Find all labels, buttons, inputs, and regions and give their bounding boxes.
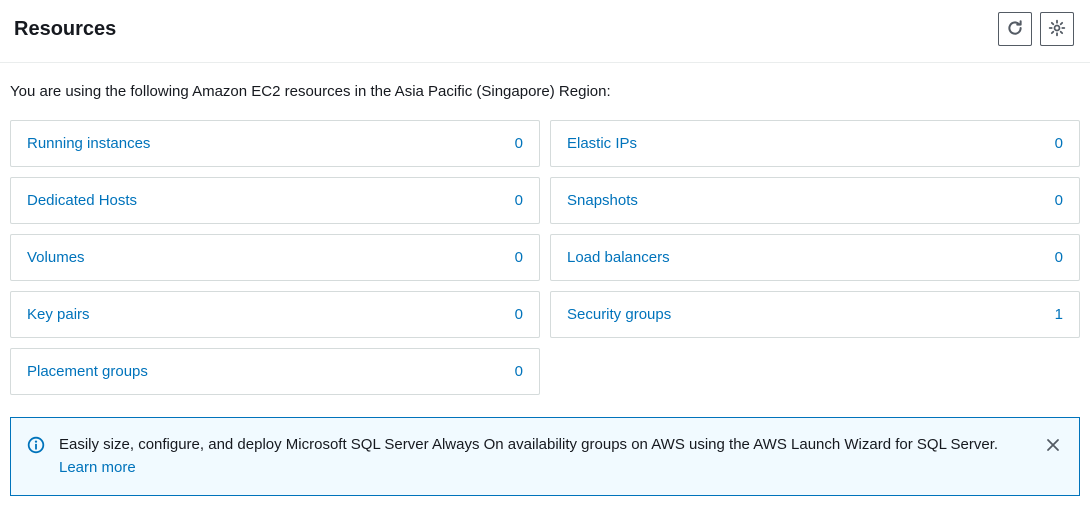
resources-header: Resources <box>0 0 1090 63</box>
gear-icon <box>1048 19 1066 40</box>
resource-count: 0 <box>515 249 523 266</box>
resources-content: You are using the following Amazon EC2 r… <box>0 63 1090 506</box>
refresh-icon <box>1006 19 1024 40</box>
resource-label: Volumes <box>27 249 85 266</box>
resource-label: Load balancers <box>567 249 670 266</box>
resource-volumes[interactable]: Volumes 0 <box>10 234 540 281</box>
header-actions <box>998 12 1074 46</box>
resource-label: Key pairs <box>27 306 90 323</box>
refresh-button[interactable] <box>998 12 1032 46</box>
info-text: Easily size, configure, and deploy Micro… <box>59 434 1029 479</box>
resource-count: 1 <box>1055 306 1063 323</box>
resource-label: Running instances <box>27 135 150 152</box>
learn-more-link[interactable]: Learn more <box>59 459 136 476</box>
info-banner: Easily size, configure, and deploy Micro… <box>10 417 1080 496</box>
resource-dedicated-hosts[interactable]: Dedicated Hosts 0 <box>10 177 540 224</box>
intro-text: You are using the following Amazon EC2 r… <box>10 83 1080 100</box>
banner-message: Easily size, configure, and deploy Micro… <box>59 436 998 453</box>
resource-load-balancers[interactable]: Load balancers 0 <box>550 234 1080 281</box>
close-icon <box>1046 438 1060 455</box>
resource-count: 0 <box>1055 135 1063 152</box>
resource-label: Security groups <box>567 306 671 323</box>
resource-count: 0 <box>515 135 523 152</box>
resource-label: Elastic IPs <box>567 135 637 152</box>
resource-count: 0 <box>515 306 523 323</box>
resource-key-pairs[interactable]: Key pairs 0 <box>10 291 540 338</box>
resource-security-groups[interactable]: Security groups 1 <box>550 291 1080 338</box>
page-title: Resources <box>14 18 116 41</box>
close-banner-button[interactable] <box>1043 436 1063 456</box>
resource-count: 0 <box>1055 192 1063 209</box>
resource-label: Dedicated Hosts <box>27 192 137 209</box>
resource-snapshots[interactable]: Snapshots 0 <box>550 177 1080 224</box>
resource-count: 0 <box>515 363 523 380</box>
info-icon <box>27 436 45 457</box>
resource-running-instances[interactable]: Running instances 0 <box>10 120 540 167</box>
resource-placement-groups[interactable]: Placement groups 0 <box>10 348 540 395</box>
resource-label: Placement groups <box>27 363 148 380</box>
resource-count: 0 <box>515 192 523 209</box>
resource-label: Snapshots <box>567 192 638 209</box>
resource-elastic-ips[interactable]: Elastic IPs 0 <box>550 120 1080 167</box>
settings-button[interactable] <box>1040 12 1074 46</box>
resource-count: 0 <box>1055 249 1063 266</box>
resource-grid: Running instances 0 Elastic IPs 0 Dedica… <box>10 120 1080 395</box>
